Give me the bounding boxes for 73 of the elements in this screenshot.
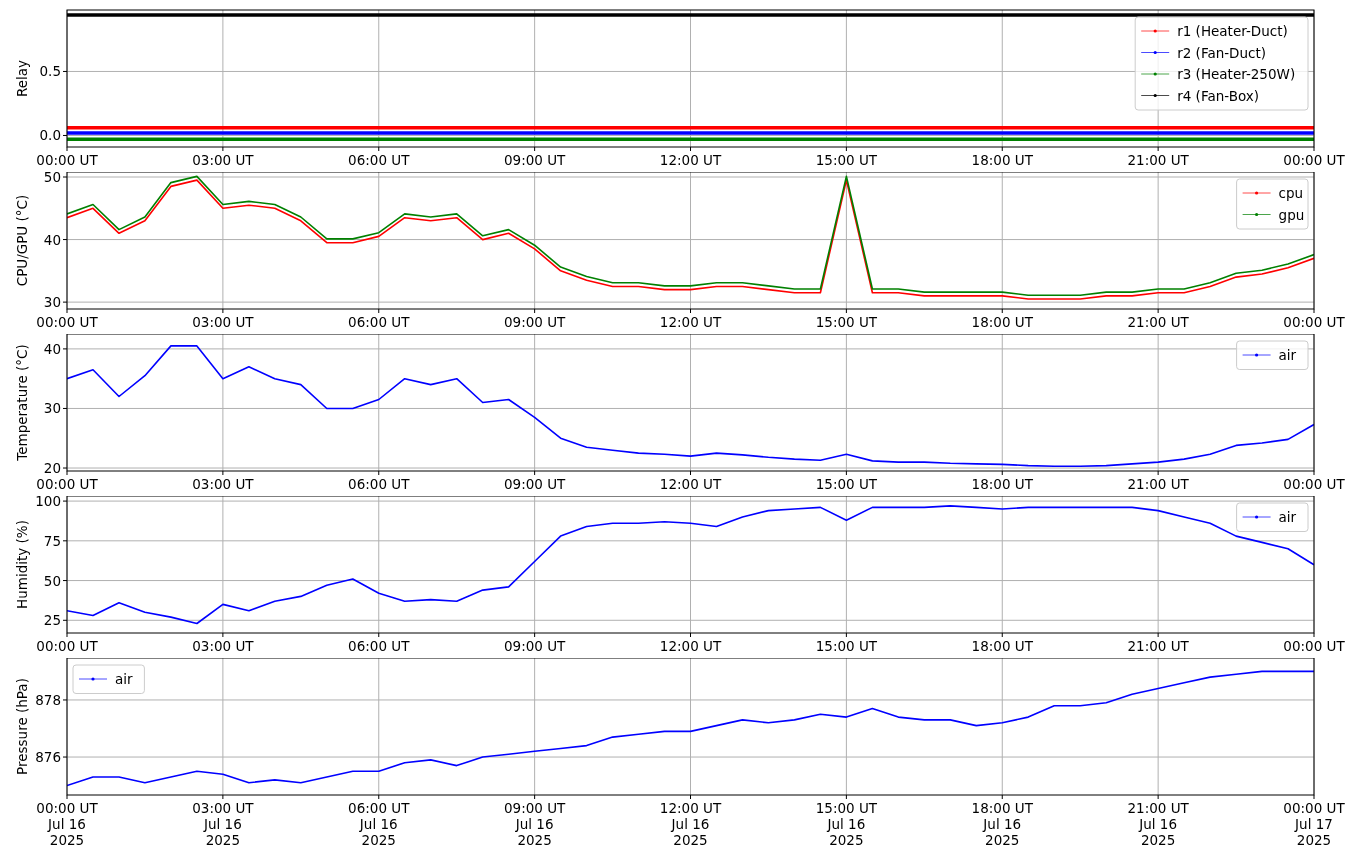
tick-label: 12:00 UT — [659, 638, 722, 654]
tick-label: 25 — [43, 612, 61, 629]
tick-label: 21:00 UT — [1127, 638, 1189, 654]
tick-label: 03:00 UT — [192, 476, 254, 492]
tick-label: 15:00 UT — [815, 314, 878, 330]
tick-label: 18:00 UT Jul 16 2025 — [971, 800, 1033, 848]
tick-label: 03:00 UT — [192, 638, 254, 654]
tick-label: 18:00 UT — [971, 476, 1033, 492]
tick-label: 00:00 UT — [36, 152, 98, 168]
tick-label: 00:00 UT — [36, 314, 98, 330]
tick-label: 20 — [43, 460, 61, 476]
tick-label: 878 — [35, 691, 61, 708]
tick-label: 21:00 UT — [1127, 476, 1189, 492]
tick-label: 50 — [43, 572, 61, 589]
tick-label: 15:00 UT — [815, 152, 878, 168]
axis-label: Temperature (°C) — [14, 344, 30, 461]
legend-label: r1 (Heater-Duct) — [1177, 23, 1288, 39]
legend-label: r2 (Fan-Duct) — [1177, 44, 1267, 61]
tick-label: 40 — [43, 340, 61, 357]
legend-label: gpu — [1278, 206, 1305, 223]
tick-label: 75 — [43, 532, 61, 549]
legend-label: r3 (Heater-250W) — [1177, 66, 1296, 82]
axis-label: CPU/GPU (°C) — [14, 194, 30, 287]
axis-label: Relay — [14, 59, 30, 98]
tick-label: 12:00 UT — [659, 152, 722, 168]
tick-label: 0.5 — [39, 63, 61, 80]
axis-label: Pressure (hPa) — [14, 678, 30, 775]
tick-label: 12:00 UT — [659, 314, 722, 330]
tick-label: 09:00 UT Jul 16 2025 — [503, 800, 566, 848]
tick-label: 50 — [43, 172, 61, 185]
legend-label: air — [1278, 509, 1297, 525]
tick-label: 12:00 UT — [659, 476, 722, 492]
tick-label: 00:00 UT — [1283, 314, 1345, 330]
tick-label: 21:00 UT — [1127, 314, 1189, 330]
tick-label: 09:00 UT — [503, 152, 566, 168]
tick-label: 06:00 UT Jul 16 2025 — [348, 800, 410, 848]
tick-label: 03:00 UT — [192, 314, 254, 330]
tick-label: 15:00 UT — [815, 638, 878, 654]
tick-label: 00:00 UT — [1283, 638, 1345, 654]
tick-label: 06:00 UT — [348, 638, 410, 654]
tick-label: 00:00 UT Jul 16 2025 — [36, 800, 98, 848]
legend-label: air — [115, 671, 133, 687]
tick-label: 18:00 UT — [971, 152, 1033, 168]
tick-label: 09:00 UT — [503, 638, 566, 654]
tick-label: 876 — [35, 749, 61, 766]
axis-label: Humidity (%) — [14, 520, 30, 609]
tick-label: 06:00 UT — [348, 152, 410, 168]
tick-label: 21:00 UT — [1127, 152, 1189, 168]
tick-label: 18:00 UT — [971, 314, 1033, 330]
tick-label: 03:00 UT Jul 16 2025 — [192, 800, 254, 848]
tick-label: 00:00 UT — [36, 476, 98, 492]
legend-label: r4 (Fan-Box) — [1177, 87, 1259, 104]
tick-label: 03:00 UT — [192, 152, 254, 168]
tick-label: 30 — [43, 294, 61, 311]
tick-label: 18:00 UT — [971, 638, 1033, 654]
tick-label: 21:00 UT Jul 16 2025 — [1127, 800, 1189, 848]
tick-label: 00:00 UT — [1283, 476, 1345, 492]
tick-label: 100 — [35, 496, 61, 510]
tick-label: 15:00 UT — [815, 476, 878, 492]
legend-label: air — [1278, 347, 1297, 363]
tick-label: 00:00 UT Jul 17 2025 — [1283, 800, 1345, 848]
tick-label: 09:00 UT — [503, 476, 566, 492]
tick-label: 15:00 UT Jul 16 2025 — [815, 800, 878, 848]
legend-label: cpu — [1278, 185, 1304, 201]
tick-label: 40 — [43, 231, 61, 248]
tick-label: 00:00 UT — [1283, 152, 1345, 168]
tick-label: 06:00 UT — [348, 476, 410, 492]
tick-label: 06:00 UT — [348, 314, 410, 330]
tick-label: 00:00 UT — [36, 638, 98, 654]
tick-label: 09:00 UT — [503, 314, 566, 330]
tick-label: 0.0 — [39, 127, 61, 144]
tick-label: 12:00 UT Jul 16 2025 — [659, 800, 722, 848]
tick-label: 30 — [43, 400, 61, 417]
